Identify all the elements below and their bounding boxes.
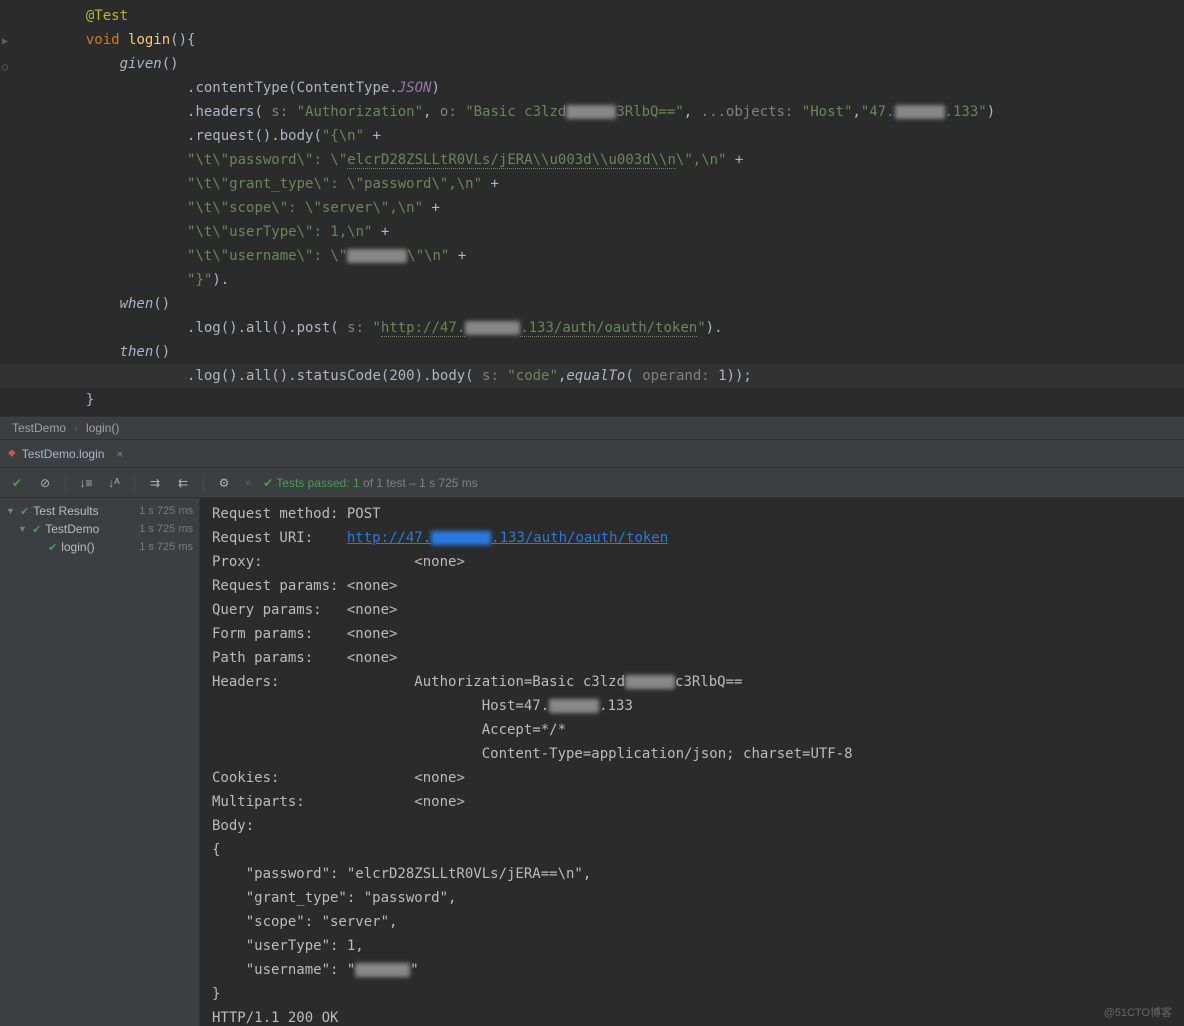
expand-all-button[interactable]: ⇉ bbox=[144, 472, 166, 494]
request-uri-link[interactable]: http://47..133/auth/oauth/token bbox=[347, 530, 668, 546]
test-summary: ✔ Tests passed: 1 of 1 test – 1 s 725 ms bbox=[263, 476, 478, 490]
breadcrumb: TestDemo › login() bbox=[0, 416, 1184, 440]
collapse-all-button[interactable]: ⇇ bbox=[172, 472, 194, 494]
breadcrumb-separator: › bbox=[74, 421, 78, 435]
test-toolbar: ✔ ⊘ ↓≡ ↓ᴬ ⇉ ⇇ ⚙ » ✔ Tests passed: 1 of 1… bbox=[0, 468, 1184, 498]
tree-node-class[interactable]: ▼✔ TestDemo 1 s 725 ms bbox=[0, 520, 199, 538]
more-options-icon[interactable]: » bbox=[245, 477, 251, 489]
run-tab-label[interactable]: TestDemo.login bbox=[22, 447, 105, 461]
console-output[interactable]: Request method: POST Request URI: http:/… bbox=[200, 498, 1184, 1026]
breadcrumb-class[interactable]: TestDemo bbox=[12, 421, 66, 435]
show-passed-button[interactable]: ✔ bbox=[6, 472, 28, 494]
gutter: ▶ ○ bbox=[2, 30, 8, 80]
code-editor[interactable]: ▶ ○ @Test void login(){ given() .content… bbox=[0, 0, 1184, 416]
tree-root[interactable]: ▼✔ Test Results 1 s 725 ms bbox=[0, 502, 199, 520]
run-tab-bar: ⬥ TestDemo.login × bbox=[0, 440, 1184, 468]
sort-button[interactable]: ↓≡ bbox=[75, 472, 97, 494]
run-config-icon: ⬥ bbox=[8, 447, 16, 460]
results-area: ▼✔ Test Results 1 s 725 ms ▼✔ TestDemo 1… bbox=[0, 498, 1184, 1026]
watermark: @51CTO博客 bbox=[1104, 1004, 1172, 1020]
override-gutter-icon[interactable]: ○ bbox=[2, 56, 8, 80]
settings-button[interactable]: ⚙ bbox=[213, 472, 235, 494]
close-tab-icon[interactable]: × bbox=[116, 447, 123, 461]
show-ignored-button[interactable]: ⊘ bbox=[34, 472, 56, 494]
test-tree[interactable]: ▼✔ Test Results 1 s 725 ms ▼✔ TestDemo 1… bbox=[0, 498, 200, 1026]
annotation: @Test bbox=[86, 8, 128, 24]
breadcrumb-method[interactable]: login() bbox=[86, 421, 119, 435]
run-gutter-icon[interactable]: ▶ bbox=[2, 30, 8, 54]
tree-node-test[interactable]: ✔ login() 1 s 725 ms bbox=[0, 538, 199, 556]
sort-alpha-button[interactable]: ↓ᴬ bbox=[103, 472, 125, 494]
